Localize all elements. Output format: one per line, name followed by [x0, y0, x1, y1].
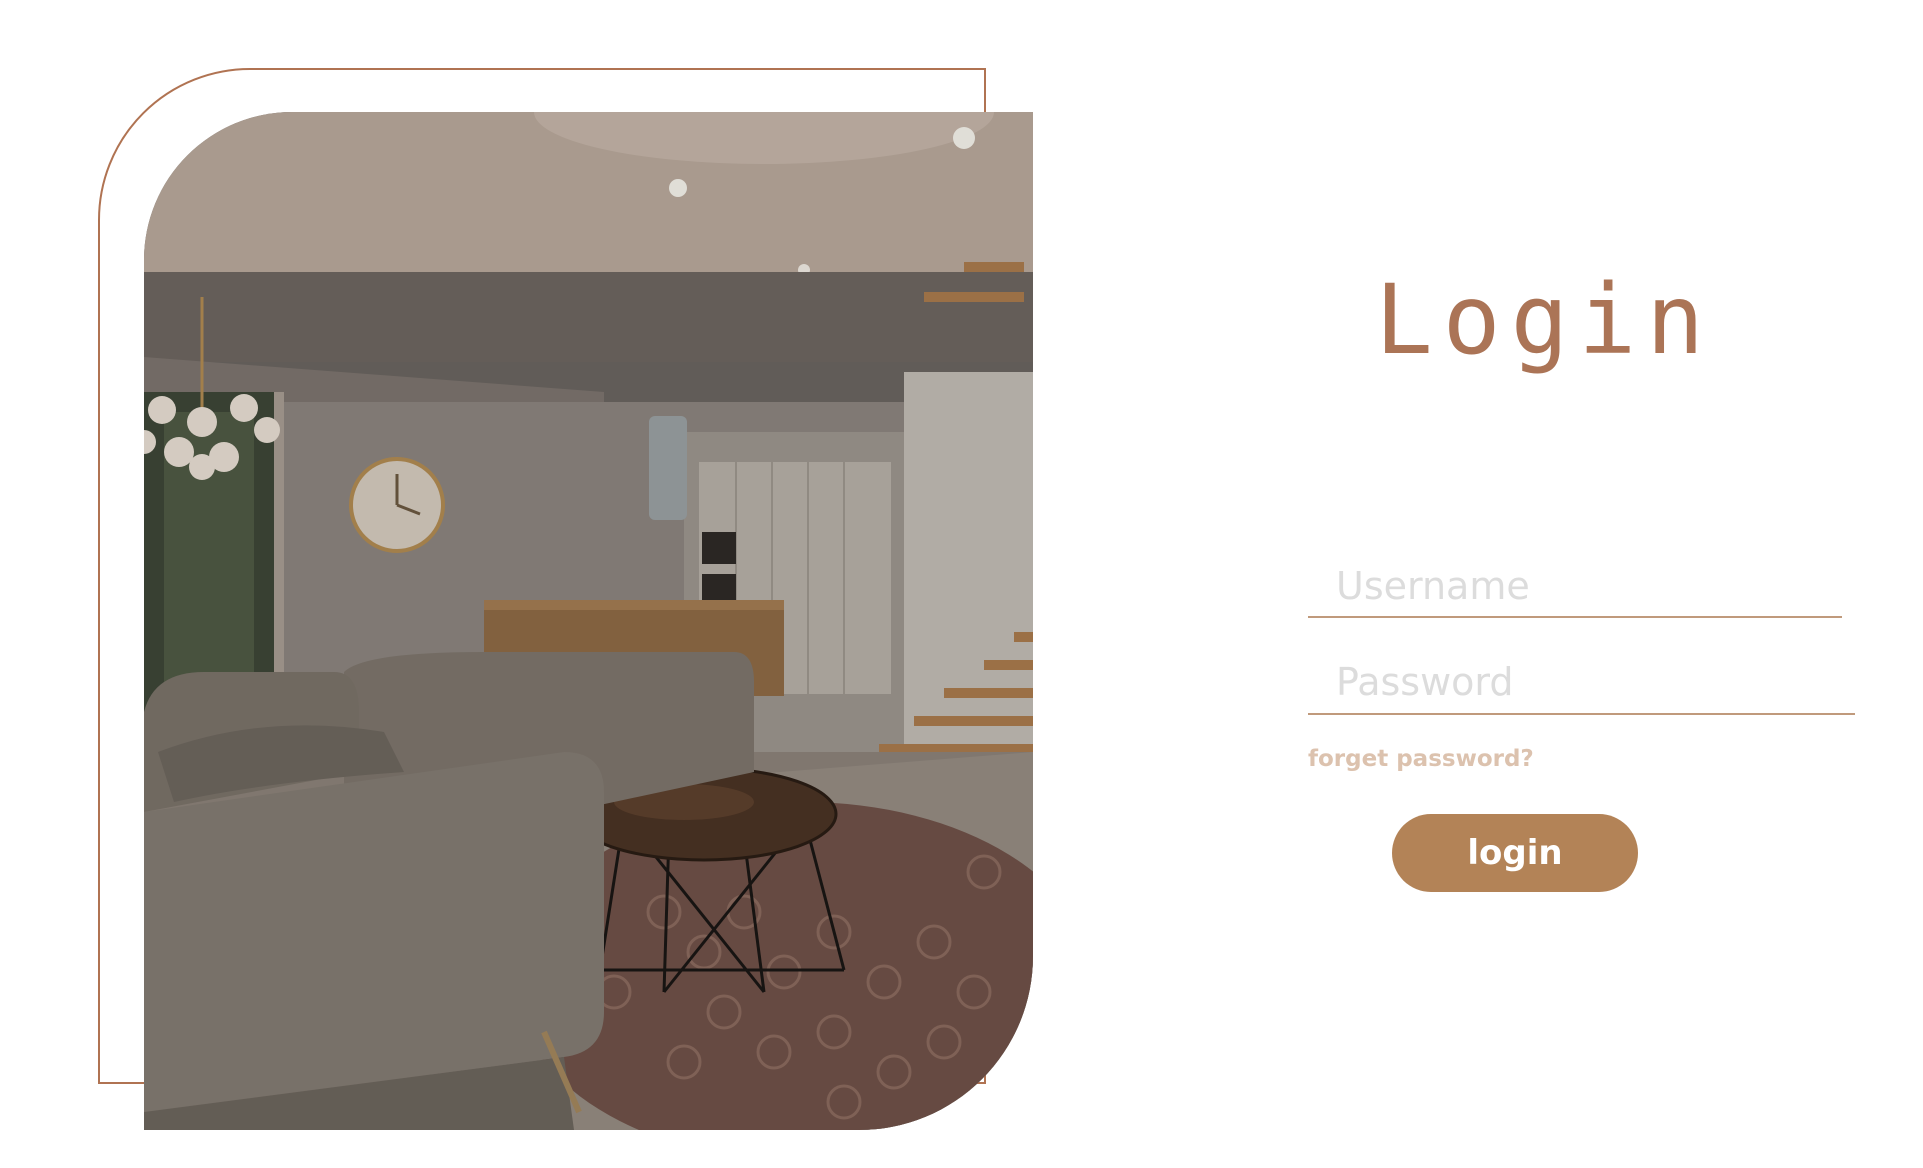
hero-photo [144, 112, 1033, 1130]
login-button[interactable]: login [1392, 814, 1638, 892]
password-input[interactable] [1308, 650, 1855, 715]
username-input[interactable] [1308, 556, 1842, 618]
living-room-illustration [144, 112, 1033, 1130]
forgot-password-link[interactable]: forget password? [1308, 746, 1534, 772]
login-title: Login [1375, 264, 1714, 376]
login-page: Login forget password? login [0, 0, 1923, 1168]
